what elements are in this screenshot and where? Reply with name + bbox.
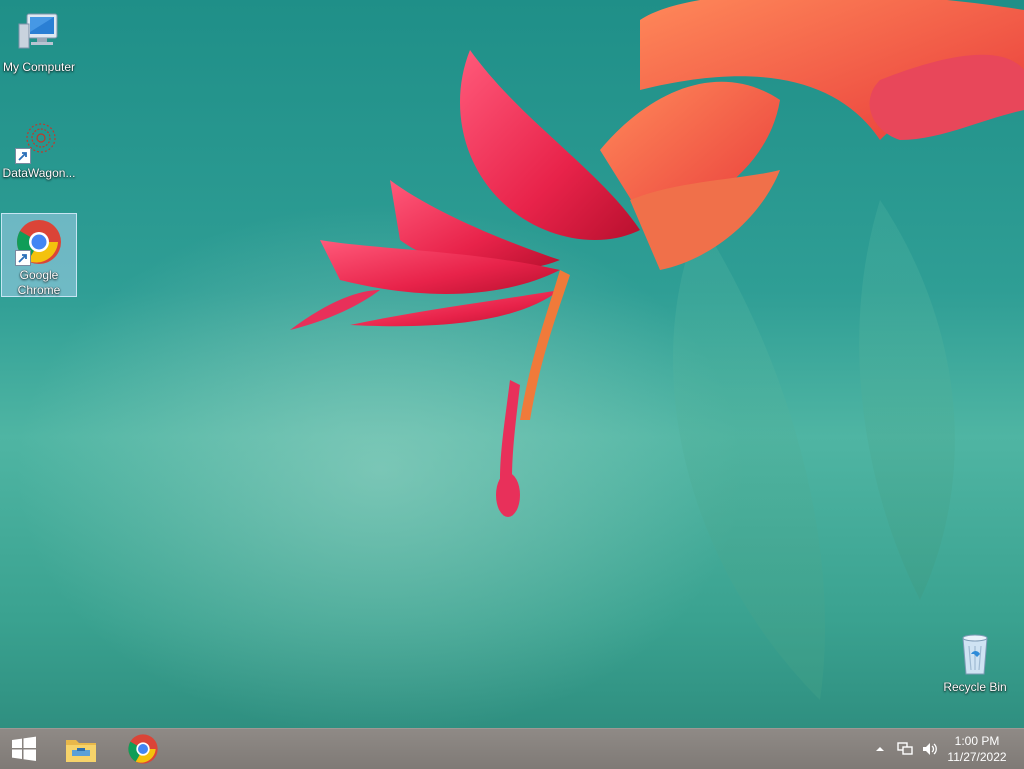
google-chrome-desktop-icon[interactable]: Google Chrome — [1, 213, 77, 297]
chrome-icon — [15, 218, 63, 266]
chrome-icon — [128, 734, 158, 764]
shortcut-arrow-icon — [15, 250, 31, 266]
file-explorer-icon — [66, 740, 96, 762]
recycle-bin-icon — [951, 630, 999, 678]
taskbar: 1:00 PM 11/27/2022 — [0, 728, 1024, 769]
volume-tray-button[interactable] — [918, 729, 942, 769]
recycle-bin-label: Recycle Bin — [943, 680, 1007, 694]
my-computer-label: My Computer — [2, 60, 76, 74]
recycle-bin-desktop-icon[interactable]: Recycle Bin — [937, 626, 1013, 695]
wallpaper-flower — [290, 0, 1024, 700]
windows-logo-icon — [12, 736, 36, 761]
datawagon-label: DataWagon... — [2, 166, 76, 180]
clock-date: 11/27/2022 — [947, 750, 1007, 764]
computer-icon — [15, 10, 63, 58]
show-hidden-icons-button[interactable] — [872, 729, 888, 769]
start-button[interactable] — [0, 729, 48, 769]
datawagon-desktop-icon[interactable]: DataWagon... — [1, 112, 77, 181]
taskbar-clock[interactable]: 1:00 PM 11/27/2022 — [942, 733, 1012, 765]
network-icon — [897, 742, 913, 755]
network-tray-button[interactable] — [894, 729, 916, 769]
volume-icon — [923, 743, 937, 755]
shortcut-arrow-icon — [15, 148, 31, 164]
taskbar-chrome-button[interactable] — [114, 729, 172, 769]
chevron-up-icon — [876, 747, 884, 751]
my-computer-desktop-icon[interactable]: My Computer — [1, 6, 77, 75]
clock-time: 1:00 PM — [954, 734, 1000, 748]
desktop[interactable]: My Computer DataWagon... Google Chrome R… — [0, 0, 1024, 728]
google-chrome-label: Google Chrome — [17, 268, 61, 297]
taskbar-file-explorer-button[interactable] — [52, 729, 110, 769]
datawagon-icon — [15, 116, 63, 164]
